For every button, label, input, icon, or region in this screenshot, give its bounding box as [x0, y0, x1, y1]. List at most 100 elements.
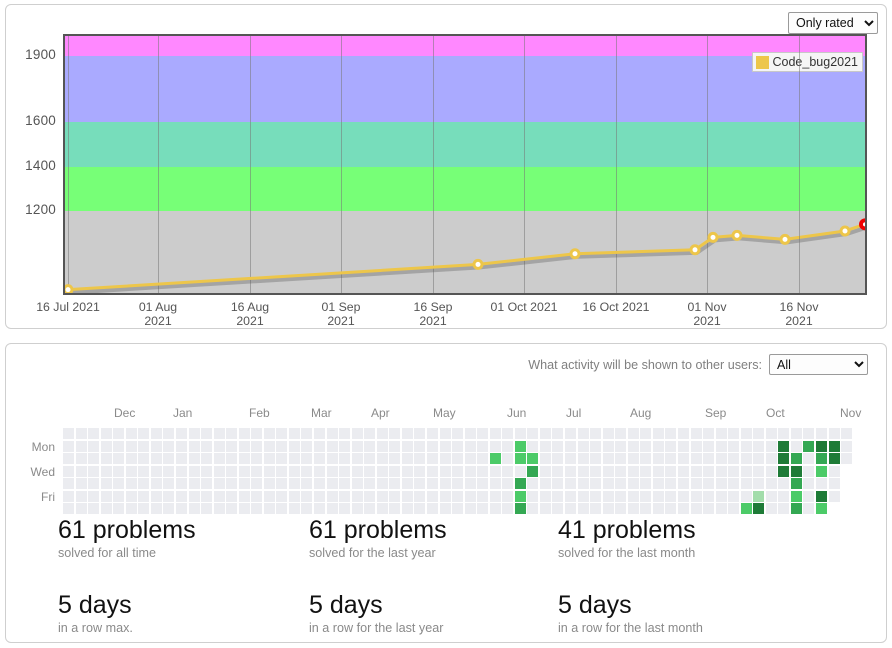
heatmap-cell-active[interactable]: [790, 453, 802, 465]
heatmap-cell[interactable]: [314, 490, 325, 502]
heatmap-cell[interactable]: [351, 490, 363, 502]
heatmap-cell[interactable]: [577, 478, 589, 490]
heatmap-cell[interactable]: [539, 440, 551, 452]
heatmap-cell[interactable]: [539, 465, 551, 477]
heatmap-cell[interactable]: [615, 465, 627, 477]
heatmap-cell[interactable]: [439, 490, 451, 502]
heatmap-cell[interactable]: [226, 465, 238, 477]
heatmap-cell[interactable]: [677, 453, 689, 465]
heatmap-cell[interactable]: [226, 440, 238, 452]
heatmap-cell[interactable]: [63, 490, 74, 502]
heatmap-cell[interactable]: [276, 503, 288, 515]
heatmap-cell[interactable]: [75, 465, 87, 477]
heatmap-cell[interactable]: [715, 478, 727, 490]
heatmap-cell[interactable]: [602, 453, 614, 465]
heatmap-cell[interactable]: [489, 465, 501, 477]
heatmap-cell[interactable]: [803, 490, 815, 502]
heatmap-cell[interactable]: [301, 428, 313, 439]
heatmap-cell[interactable]: [238, 428, 250, 439]
heatmap-cell[interactable]: [326, 428, 338, 439]
heatmap-cell[interactable]: [590, 428, 602, 439]
heatmap-cell[interactable]: [652, 428, 664, 439]
rating-point[interactable]: [779, 233, 791, 245]
heatmap-cell[interactable]: [426, 428, 438, 439]
heatmap-cell[interactable]: [276, 428, 288, 439]
heatmap-cell[interactable]: [63, 465, 74, 477]
heatmap-cell[interactable]: [414, 465, 426, 477]
heatmap-cell[interactable]: [339, 465, 351, 477]
heatmap-cell[interactable]: [401, 465, 413, 477]
heatmap-cell[interactable]: [477, 465, 489, 477]
heatmap-cell[interactable]: [113, 428, 125, 439]
heatmap-cell[interactable]: [539, 453, 551, 465]
heatmap-cell[interactable]: [63, 453, 74, 465]
heatmap-cell[interactable]: [590, 503, 602, 515]
heatmap-cell[interactable]: [640, 465, 652, 477]
heatmap-cell[interactable]: [288, 503, 300, 515]
heatmap-cell[interactable]: [314, 478, 325, 490]
heatmap-cell[interactable]: [364, 440, 376, 452]
heatmap-cell[interactable]: [590, 478, 602, 490]
heatmap-cell[interactable]: [728, 453, 740, 465]
heatmap-cell[interactable]: [163, 440, 175, 452]
heatmap-cell[interactable]: [439, 478, 451, 490]
heatmap-cell[interactable]: [75, 440, 87, 452]
heatmap-cell-active[interactable]: [790, 490, 802, 502]
heatmap-cell[interactable]: [301, 503, 313, 515]
heatmap-cell[interactable]: [452, 465, 464, 477]
heatmap-cell[interactable]: [213, 453, 225, 465]
heatmap-cell[interactable]: [414, 478, 426, 490]
heatmap-cell[interactable]: [88, 440, 100, 452]
heatmap-cell[interactable]: [728, 428, 740, 439]
heatmap-cell[interactable]: [339, 478, 351, 490]
heatmap-cell[interactable]: [251, 490, 263, 502]
rating-point[interactable]: [65, 284, 74, 293]
heatmap-cell[interactable]: [828, 478, 840, 490]
heatmap-cell[interactable]: [163, 453, 175, 465]
heatmap-cell[interactable]: [602, 428, 614, 439]
heatmap-cell[interactable]: [376, 428, 388, 439]
heatmap-cell[interactable]: [640, 503, 652, 515]
heatmap-cell[interactable]: [414, 503, 426, 515]
heatmap-cell[interactable]: [477, 428, 489, 439]
heatmap-cell[interactable]: [88, 465, 100, 477]
heatmap-cell[interactable]: [690, 440, 702, 452]
heatmap-cell[interactable]: [100, 465, 112, 477]
heatmap-cell[interactable]: [251, 503, 263, 515]
heatmap-cell[interactable]: [339, 440, 351, 452]
heatmap-cell[interactable]: [677, 440, 689, 452]
heatmap-cell[interactable]: [640, 428, 652, 439]
heatmap-cell[interactable]: [75, 453, 87, 465]
heatmap-cell[interactable]: [75, 490, 87, 502]
heatmap-cell[interactable]: [75, 478, 87, 490]
heatmap-cell[interactable]: [665, 428, 677, 439]
heatmap-cell[interactable]: [426, 440, 438, 452]
heatmap-cell[interactable]: [765, 428, 777, 439]
heatmap-cell[interactable]: [389, 440, 401, 452]
heatmap-cell[interactable]: [439, 440, 451, 452]
heatmap-cell[interactable]: [740, 465, 752, 477]
heatmap-cell[interactable]: [213, 503, 225, 515]
heatmap-cell[interactable]: [226, 503, 238, 515]
heatmap-cell[interactable]: [740, 490, 752, 502]
heatmap-cell[interactable]: [577, 503, 589, 515]
heatmap-cell[interactable]: [778, 478, 790, 490]
heatmap-cell[interactable]: [263, 465, 275, 477]
heatmap-cell[interactable]: [364, 478, 376, 490]
heatmap-cell[interactable]: [401, 428, 413, 439]
heatmap-cell-active[interactable]: [753, 503, 765, 515]
heatmap-cell[interactable]: [703, 503, 715, 515]
heatmap-cell[interactable]: [351, 440, 363, 452]
heatmap-cell-active[interactable]: [790, 465, 802, 477]
heatmap-cell[interactable]: [703, 465, 715, 477]
heatmap-cell[interactable]: [238, 453, 250, 465]
heatmap-cell[interactable]: [803, 453, 815, 465]
heatmap-cell[interactable]: [665, 440, 677, 452]
heatmap-cell[interactable]: [502, 503, 514, 515]
heatmap-cell[interactable]: [828, 490, 840, 502]
heatmap-cell[interactable]: [263, 478, 275, 490]
heatmap-cell[interactable]: [577, 465, 589, 477]
heatmap-cell[interactable]: [401, 453, 413, 465]
heatmap-cell[interactable]: [426, 503, 438, 515]
heatmap-cell[interactable]: [502, 490, 514, 502]
